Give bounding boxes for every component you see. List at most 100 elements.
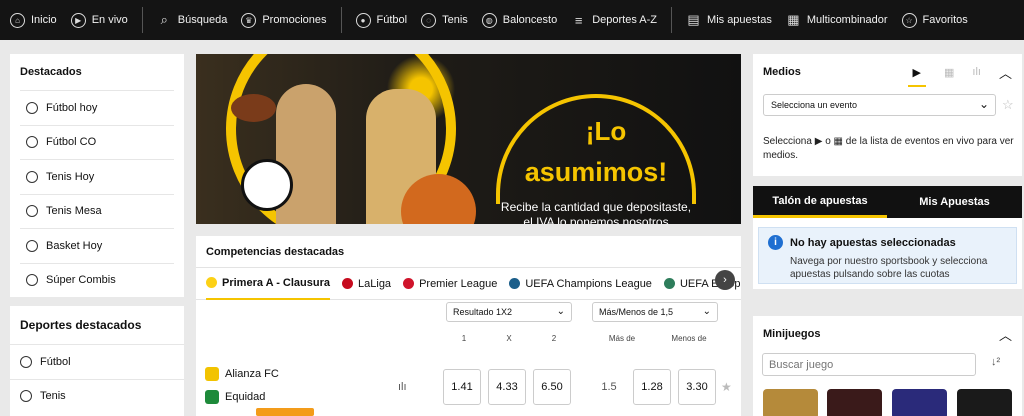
tab-talon-apuestas[interactable]: Talón de apuestas [753, 186, 887, 218]
promo-banner[interactable]: ¡Lo asumimos! Recibe la cantidad que dep… [196, 54, 741, 224]
favorite-star-icon[interactable]: ★ [721, 380, 732, 394]
away-team[interactable]: Equidad [205, 390, 265, 404]
tab-mis-apuestas[interactable]: Mis Apuestas [887, 186, 1022, 218]
odd-2-button[interactable]: 6.50 [533, 369, 571, 405]
away-team-name: Equidad [225, 391, 266, 403]
competition-tab-label: LaLiga [358, 277, 392, 290]
betslip-panel: Talón de apuestas Mis Apuestas i No hay … [753, 186, 1022, 289]
sort-icon[interactable]: ↓² [991, 356, 1000, 368]
plus-circle-icon [26, 274, 38, 287]
banner-line-2: el IVA lo ponemos nosotros [523, 215, 669, 224]
medios-title: Medios [763, 66, 801, 78]
nav-inicio[interactable]: ⌂ Inicio [10, 12, 57, 28]
empty-betslip-notice: i No hay apuestas seleccionadas Navega p… [758, 227, 1017, 284]
sidebar-item-tenis-mesa[interactable]: Tenis Mesa [20, 193, 174, 229]
sidebar-sport-label: Tenis [40, 390, 66, 403]
game-thumbnail[interactable] [827, 389, 882, 416]
nav-deportes-a-z[interactable]: ≡ Deportes A-Z [571, 13, 657, 28]
tennis-ball-icon: ◌ [421, 12, 437, 28]
minijuegos-header: Minijuegos ︿ [753, 316, 1022, 352]
tab-competition[interactable]: LaLiga [342, 268, 391, 300]
medios-info-a: Selecciona [763, 136, 812, 147]
game-thumbnail[interactable] [957, 389, 1012, 416]
nav-en-vivo[interactable]: ▶ En vivo [70, 12, 128, 28]
event-select[interactable]: Selecciona un evento ⌄ [763, 94, 996, 116]
video-icon[interactable]: ▶ [907, 66, 927, 87]
tab-competition[interactable]: Premier League [403, 268, 497, 300]
scoreboard-small-icon: ▦ [833, 136, 843, 147]
col-header-2: 2 [551, 334, 557, 343]
nav-fútbol[interactable]: ● Fútbol [355, 12, 408, 28]
chevron-up-icon[interactable]: ︿ [999, 63, 1012, 82]
market-select-1x2-value: Resultado 1X2 [453, 307, 513, 317]
table-tennis-icon [26, 205, 38, 218]
odd-1-button[interactable]: 1.41 [443, 369, 481, 405]
competition-tabs: Primera A - Clausura LaLiga Premier League… [196, 268, 741, 300]
sidebar-item-label: Fútbol CO [46, 136, 97, 149]
competencias-panel: Competencias destacadas Primera A - Clau… [196, 236, 741, 416]
odd-under-button[interactable]: 3.30 [678, 369, 716, 405]
competition-flag-icon [206, 277, 217, 288]
market-select-over-under[interactable]: Más/Menos de 1,5 ⌄ [592, 302, 718, 322]
nav-tenis[interactable]: ◌ Tenis [421, 12, 468, 28]
sidebar-item-f-tbol-co[interactable]: Fútbol CO [20, 124, 174, 160]
sidebar-sport-f-tbol[interactable]: Fútbol [10, 344, 184, 379]
info-icon: i [768, 235, 783, 250]
game-thumbnail[interactable] [763, 389, 818, 416]
my-bets-icon: ▤ [687, 12, 700, 27]
game-thumbnail[interactable] [892, 389, 947, 416]
stats-icon[interactable]: ılı [398, 381, 407, 393]
away-jersey-icon [205, 390, 219, 404]
sidebar-item-tenis-hoy[interactable]: Tenis Hoy [20, 159, 174, 194]
sidebar-item-s-per-combis[interactable]: Súper Combis [20, 262, 174, 298]
tabs-next-arrow-icon[interactable]: › [715, 270, 735, 290]
nav-separator [671, 7, 673, 33]
star-icon: ☆ [901, 12, 917, 28]
nav-promociones[interactable]: ♛ Promociones [241, 12, 327, 28]
tab-competition[interactable]: Primera A - Clausura [206, 268, 331, 300]
top-navigation-bar: ⌂ Inicio ▶ En vivo ⌕ Búsqueda ♛ Promociones ● Fút… [0, 0, 1024, 40]
empty-betslip-title: No hay apuestas seleccionadas [790, 237, 956, 249]
nav-búsqueda[interactable]: ⌕ Búsqueda [157, 12, 228, 28]
nav-multicombinador[interactable]: ▦ Multicombinador [786, 12, 887, 28]
live-badge [256, 408, 314, 416]
game-search-input[interactable] [762, 353, 976, 376]
sidebar-item-label: Fútbol hoy [46, 101, 98, 114]
odd-over-button[interactable]: 1.28 [633, 369, 671, 405]
competencias-title: Competencias destacadas [196, 236, 741, 268]
competition-flag-icon [342, 278, 354, 289]
competition-tab-label: UEFA Champions League [525, 277, 652, 290]
trophy-icon [26, 136, 38, 149]
home-team[interactable]: Alianza FC [205, 367, 279, 381]
multicombinador-icon: ▦ [787, 12, 800, 27]
stats-icon[interactable]: ılı [972, 66, 981, 78]
live-play-icon: ▶ [70, 12, 86, 28]
col-header-1: 1 [461, 334, 467, 343]
nav-favoritos[interactable]: ☆ Favoritos [901, 12, 968, 28]
chevron-up-icon[interactable]: ︿ [999, 325, 1012, 344]
sidebar-sport-tenis[interactable]: Tenis [10, 378, 184, 414]
banner-headline-1: ¡Lo [585, 116, 627, 146]
chevron-down-icon: ⌄ [702, 306, 711, 317]
minijuegos-title: Minijuegos [763, 328, 821, 340]
sidebar-item-basket-hoy[interactable]: Basket Hoy [20, 228, 174, 263]
tennis-ball-icon [20, 390, 32, 403]
empty-betslip-text: Navega por nuestro sportsbook y seleccio… [790, 256, 988, 280]
deportes-destacados-title: Deportes destacados [20, 318, 142, 332]
sidebar-item-f-tbol-hoy[interactable]: Fútbol hoy [20, 90, 174, 125]
odd-x-button[interactable]: 4.33 [488, 369, 526, 405]
soccer-ball-icon [20, 355, 32, 368]
nav-label: Fútbol [376, 14, 408, 26]
banner-headline-2: asumimos! [524, 157, 668, 187]
nav-mis-apuestas[interactable]: ▤ Mis apuestas [686, 12, 771, 28]
banner-line-1: Recibe la cantidad que depositaste, [500, 200, 692, 214]
betslip-tabs: Talón de apuestas Mis Apuestas [753, 186, 1022, 218]
tab-competition[interactable]: UEFA Champions League [509, 268, 652, 300]
scoreboard-icon[interactable]: ▦ [944, 66, 954, 79]
chevron-down-icon: ⌄ [556, 306, 565, 317]
nav-baloncesto[interactable]: ◍ Baloncesto [481, 12, 557, 28]
sidebar-item-label: Tenis Hoy [46, 170, 95, 183]
handicap-line: 1.5 [601, 381, 617, 393]
market-select-1x2[interactable]: Resultado 1X2 ⌄ [446, 302, 572, 322]
favorite-star-icon[interactable]: ☆ [1002, 97, 1014, 113]
